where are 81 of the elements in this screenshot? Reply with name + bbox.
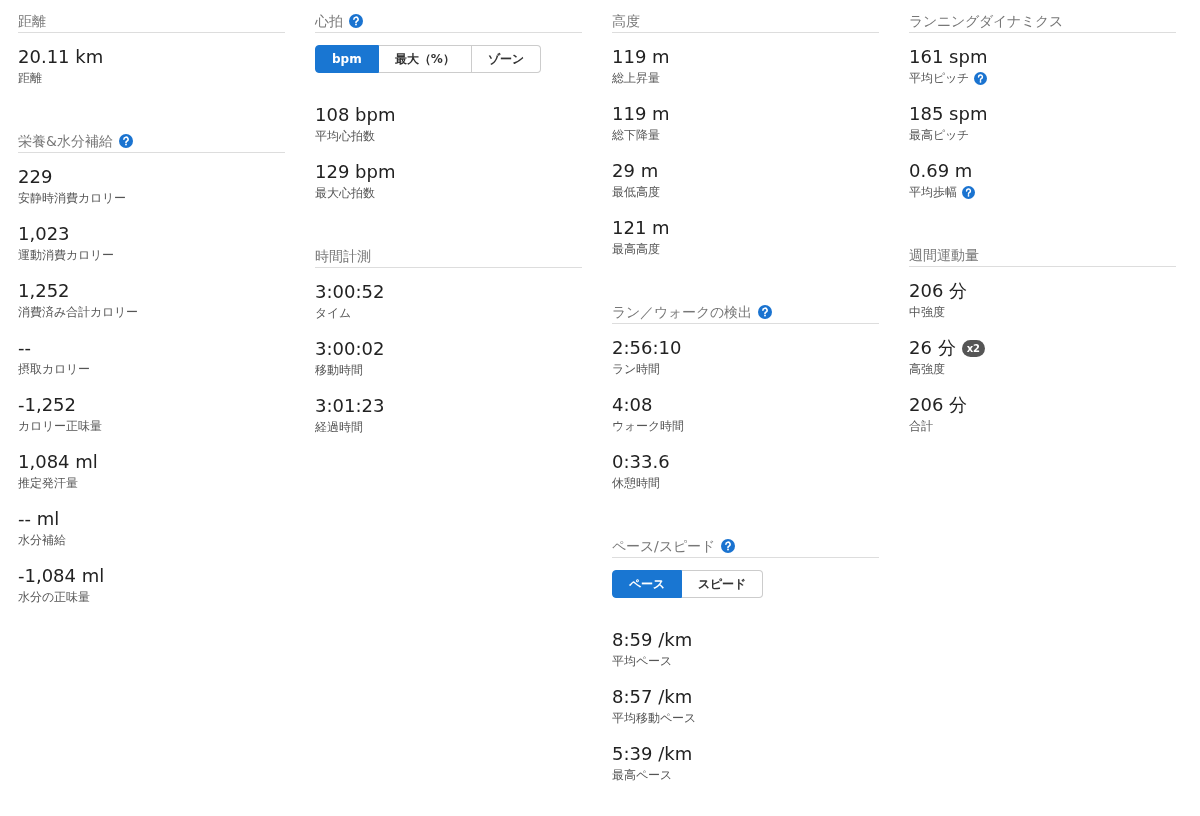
stat-label: 最大心拍数	[315, 185, 375, 202]
stat-label: 高強度	[909, 361, 945, 378]
stat-label: 休憩時間	[612, 475, 660, 492]
stat-value: 206 分	[909, 279, 968, 303]
section-title: ラン／ウォークの検出	[612, 303, 752, 321]
stat-value: 206 分	[909, 393, 968, 417]
stat-label: 平均ペース	[612, 653, 672, 670]
section-title: 時間計測	[315, 247, 371, 265]
stat-label: 推定発汗量	[18, 475, 78, 492]
stat-label: 最高高度	[612, 241, 660, 258]
help-icon[interactable]	[962, 185, 975, 199]
stat-label: 水分補給	[18, 532, 66, 549]
stat-value: 121 m	[612, 216, 670, 240]
stat-label: 中強度	[909, 304, 945, 321]
section-title: 高度	[612, 12, 640, 30]
section-title: 栄養&水分補給	[18, 132, 113, 150]
stat-value: 8:57 /km	[612, 685, 693, 709]
stat-value: 1,023	[18, 222, 70, 246]
stat-label: 平均ピッチ	[909, 70, 969, 87]
stat-value: 4:08	[612, 393, 653, 417]
help-icon[interactable]	[974, 71, 987, 85]
stat-label: 摂取カロリー	[18, 361, 90, 378]
stat-label: 総上昇量	[612, 70, 660, 87]
stat-value: -- ml	[18, 507, 60, 531]
toggle-tab[interactable]: ペース	[612, 570, 682, 598]
stat-value: 0:33.6	[612, 450, 670, 474]
stat-label: 最高ピッチ	[909, 127, 969, 144]
stat-value: 2:56:10	[612, 336, 682, 360]
stat-value: 26 分	[909, 336, 956, 360]
stat-value: 1,084 ml	[18, 450, 98, 474]
stat-value: 3:01:23	[315, 394, 385, 418]
toggle-tab[interactable]: bpm	[315, 45, 379, 73]
help-icon[interactable]	[349, 14, 363, 28]
stat-value: 161 spm	[909, 45, 988, 69]
section-title: 距離	[18, 12, 46, 30]
stat-label: 消費済み合計カロリー	[18, 304, 138, 321]
toggle-tab[interactable]: ゾーン	[471, 45, 541, 73]
stat-value: 1,252	[18, 279, 70, 303]
stat-label: 経過時間	[315, 419, 363, 436]
stat-value: 229	[18, 165, 53, 189]
stat-label: 平均歩幅	[909, 184, 957, 201]
stat-label: 運動消費カロリー	[18, 247, 114, 264]
stat-label: 平均心拍数	[315, 128, 375, 145]
stat-value: 3:00:02	[315, 337, 385, 361]
section-title: ペース/スピード	[612, 537, 715, 555]
stat-label: ウォーク時間	[612, 418, 684, 435]
stat-value: 185 spm	[909, 102, 988, 126]
stat-value: 5:39 /km	[612, 742, 693, 766]
stat-value: 108 bpm	[315, 103, 396, 127]
help-icon[interactable]	[720, 539, 735, 553]
stat-label: タイム	[315, 305, 351, 322]
stat-value: 0.69 m	[909, 159, 973, 183]
stat-value: 119 m	[612, 102, 670, 126]
stat-value: 119 m	[612, 45, 670, 69]
stat-label: 水分の正味量	[18, 589, 90, 606]
stat-label: 最高ペース	[612, 767, 672, 784]
stat-label: 合計	[909, 418, 933, 435]
toggle-tab[interactable]: スピード	[682, 570, 763, 598]
stat-value: -1,084 ml	[18, 564, 105, 588]
help-icon[interactable]	[118, 134, 133, 148]
stat-value: 29 m	[612, 159, 659, 183]
stat-label: 距離	[18, 70, 42, 87]
stat-label: カロリー正味量	[18, 418, 102, 435]
stat-label: 最低高度	[612, 184, 660, 201]
stat-label: 移動時間	[315, 362, 363, 379]
stat-label: 総下降量	[612, 127, 660, 144]
stat-label: 平均移動ペース	[612, 710, 696, 727]
section-title: 心拍	[315, 12, 343, 30]
stat-value: --	[18, 336, 31, 360]
stat-label: 安静時消費カロリー	[18, 190, 126, 207]
stat-value: -1,252	[18, 393, 77, 417]
stat-value: 8:59 /km	[612, 628, 693, 652]
stat-value: 3:00:52	[315, 280, 385, 304]
section-title: ランニングダイナミクス	[909, 12, 1063, 30]
help-icon[interactable]	[758, 305, 772, 319]
toggle-tab[interactable]: 最大（%）	[378, 45, 472, 73]
section-title: 週間運動量	[909, 246, 979, 264]
stat-value: 20.11 km	[18, 45, 104, 69]
stat-value: 129 bpm	[315, 160, 396, 184]
multiplier-badge: x2	[961, 339, 986, 357]
stat-label: ラン時間	[612, 361, 660, 378]
